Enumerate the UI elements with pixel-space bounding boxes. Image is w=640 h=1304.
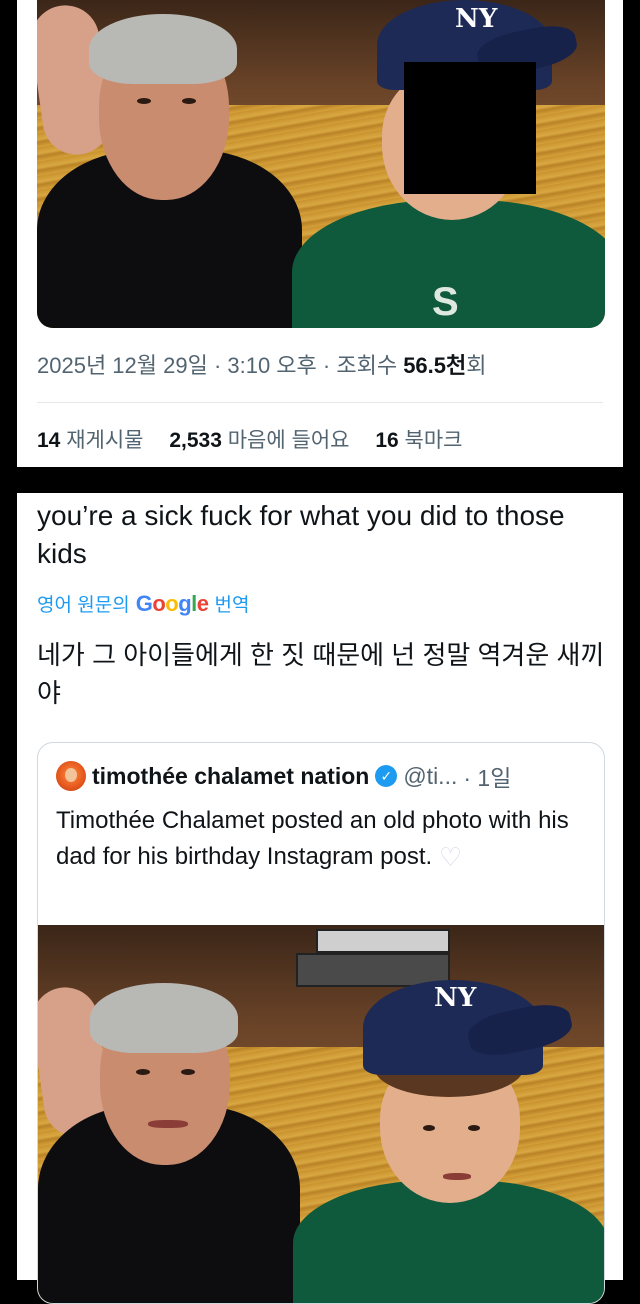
quoted-author-handle[interactable]: @ti... xyxy=(403,763,457,790)
reposts-label: 재게시물 xyxy=(66,429,144,452)
photo-cap-logo: NY xyxy=(434,983,477,1013)
reposts-stat[interactable]: 14 재게시물 xyxy=(37,429,143,452)
white-heart-icon: ♡ xyxy=(438,842,463,872)
quoted-post-time: · 1일 xyxy=(463,765,512,791)
quoted-post-header: timothée chalamet nation ✓ @ti... · 1일 xyxy=(56,759,511,793)
google-logo: Google xyxy=(135,590,209,616)
likes-label: 마음에 들어요 xyxy=(227,429,350,452)
post-view-count: 56.5천 xyxy=(403,353,467,378)
photo-boy-eye xyxy=(468,1125,480,1131)
quoted-post-body: Timothée Chalamet posted an old photo wi… xyxy=(56,807,569,870)
bookmarks-stat[interactable]: 16 북마크 xyxy=(375,429,462,452)
likes-stat[interactable]: 2,533 마음에 들어요 xyxy=(169,429,349,452)
quoted-post[interactable]: timothée chalamet nation ✓ @ti... · 1일 T… xyxy=(37,742,605,1304)
post-date-time: 2025년 12월 29일 · 3:10 오후 · 조회수 xyxy=(37,353,404,378)
photo-stereo xyxy=(316,929,450,953)
face-censor-box xyxy=(404,62,536,194)
reposts-count: 14 xyxy=(37,429,61,452)
post-card: S NY 2025년 12월 29일 · 3:10 오후 · 조회수 56.5천… xyxy=(17,0,623,467)
photo-man-eye xyxy=(181,1069,195,1075)
photo-cap-logo: NY xyxy=(455,4,498,34)
reply-text: you’re a sick fuck for what you did to t… xyxy=(37,500,565,569)
verified-badge-icon: ✓ xyxy=(375,765,398,787)
photo-man-mouth xyxy=(148,1120,188,1128)
post-photo[interactable]: S NY xyxy=(37,0,605,328)
photo-shirt-mark: S xyxy=(432,280,459,324)
bookmarks-label: 북마크 xyxy=(404,429,463,452)
photo-boy-mouth xyxy=(443,1173,471,1180)
translated-text: 네가 그 아이들에게 한 짓 때문에 넌 정말 역겨운 새끼야 xyxy=(37,640,605,708)
bookmarks-count: 16 xyxy=(375,429,399,452)
photo-boy-eye xyxy=(423,1125,435,1131)
quoted-author-name[interactable]: timothée chalamet nation xyxy=(92,763,369,790)
likes-count: 2,533 xyxy=(169,429,222,452)
photo-man-hair xyxy=(89,14,237,84)
translate-prefix: 영어 원문의 xyxy=(37,595,130,616)
photo-man-eye xyxy=(182,98,196,104)
post-stats: 14 재게시물 2,533 마음에 들어요 16 북마크 xyxy=(37,424,463,454)
post-timestamp-views: 2025년 12월 29일 · 3:10 오후 · 조회수 56.5천회 xyxy=(37,348,487,380)
quoted-post-text: Timothée Chalamet posted an old photo wi… xyxy=(56,803,576,875)
quoted-post-photo[interactable]: NY xyxy=(38,925,604,1303)
translate-suffix: 번역 xyxy=(214,595,250,616)
photo-man-eye xyxy=(136,1069,150,1075)
photo-man-hair xyxy=(90,983,238,1053)
translation-attribution[interactable]: 영어 원문의 Google 번역 xyxy=(37,590,250,617)
divider xyxy=(37,402,603,403)
post-view-suffix: 회 xyxy=(466,353,487,378)
avatar[interactable] xyxy=(56,761,86,791)
photo-man-eye xyxy=(137,98,151,104)
